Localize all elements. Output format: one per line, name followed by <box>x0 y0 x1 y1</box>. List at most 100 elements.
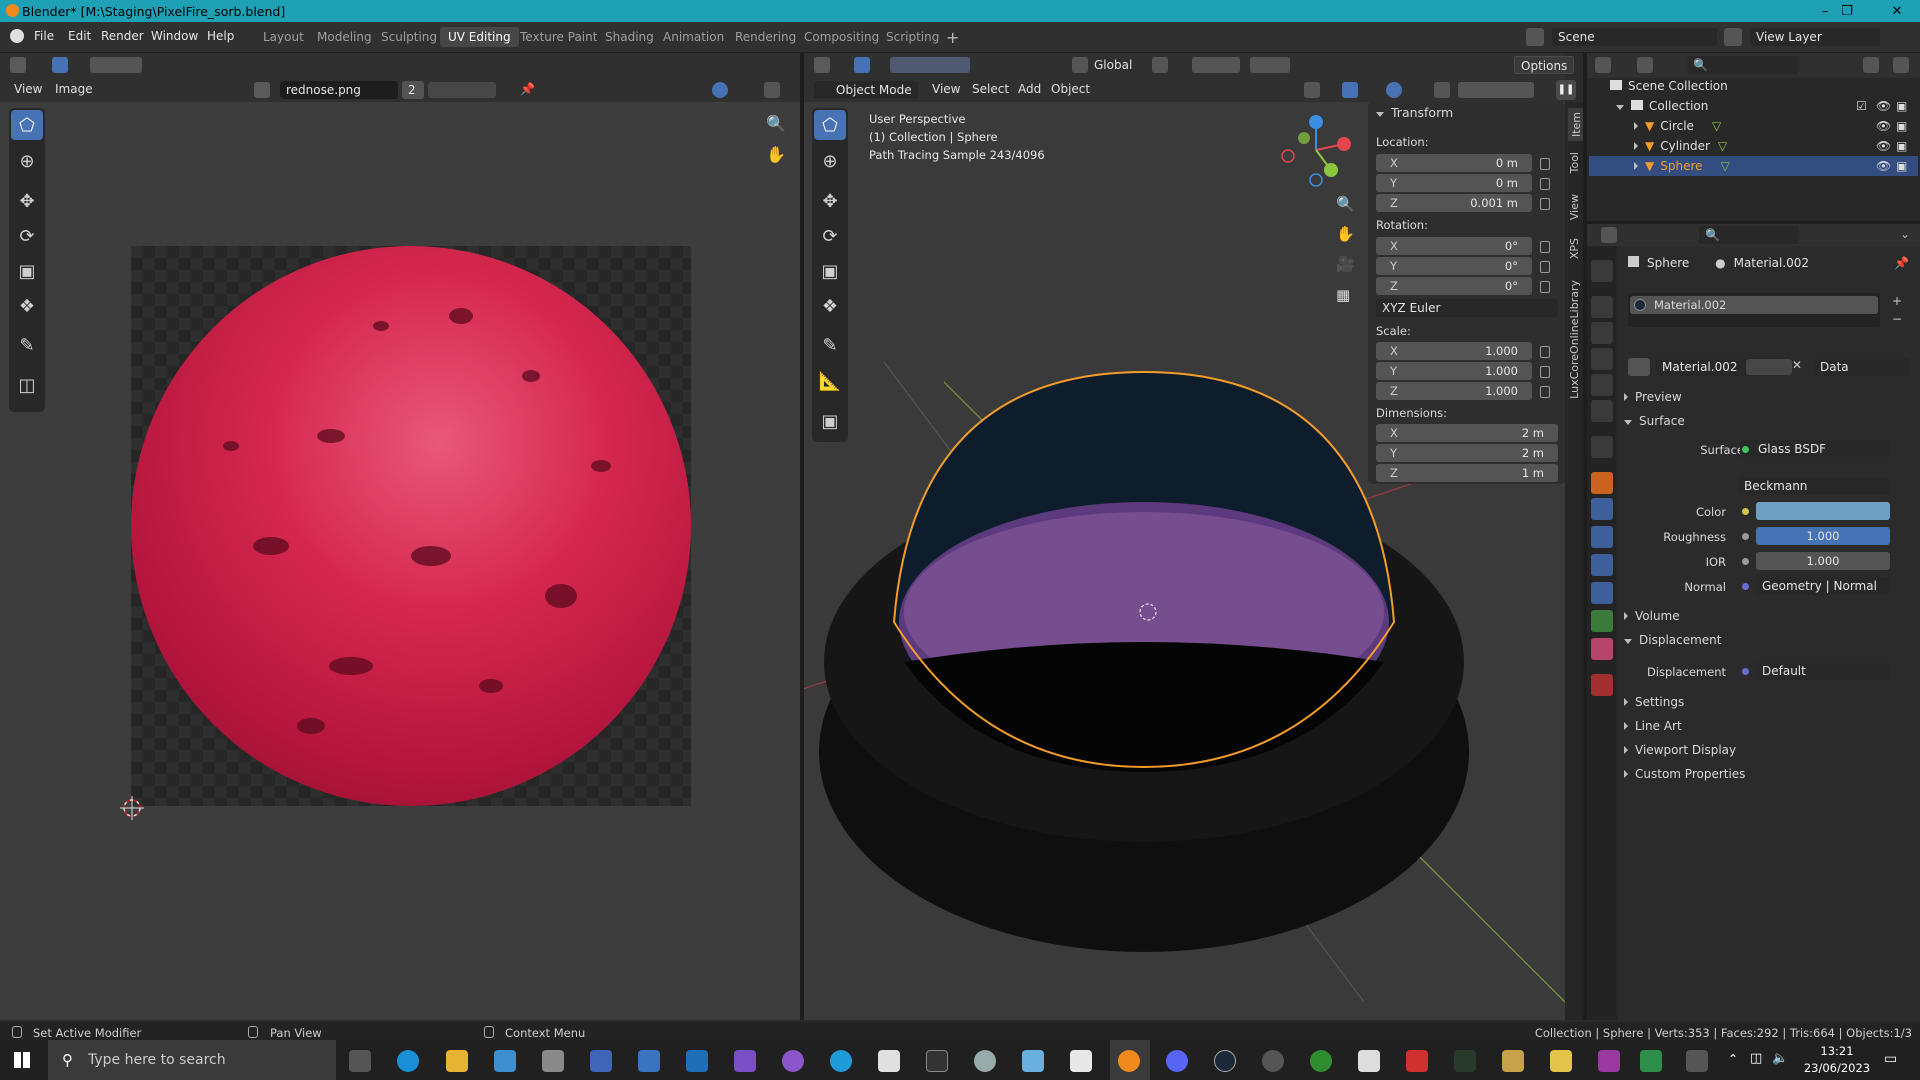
remove-slot-icon[interactable]: − <box>1892 312 1902 326</box>
lock-rotation-y-icon[interactable] <box>1540 261 1550 273</box>
cylinder-render-camera-icon[interactable]: ▣ <box>1896 139 1907 153</box>
notification-icon[interactable]: ▭ <box>1884 1051 1897 1067</box>
2d-cursor-icon[interactable] <box>118 796 146 824</box>
app-icon-10[interactable] <box>1406 1050 1428 1072</box>
lock-location-x-icon[interactable] <box>1540 158 1550 170</box>
distribution-dropdown[interactable]: Beckmann <box>1738 477 1890 495</box>
sidebar-tab-luxcore[interactable]: LuxCoreOnlineLibrary <box>1568 280 1581 399</box>
outliner-scene-collection[interactable]: Scene Collection <box>1610 76 1728 96</box>
image-name-field[interactable]: rednose.png <box>280 81 398 99</box>
outliner-item-sphere[interactable]: ▼ Sphere ▽ <box>1634 156 1730 176</box>
material-link-dropdown[interactable]: Data <box>1814 358 1910 376</box>
tab-rendering[interactable]: Rendering <box>727 27 804 47</box>
viewport-menu-view[interactable]: View <box>932 82 960 96</box>
exclude-checkbox-icon[interactable]: ☑ <box>1856 99 1867 113</box>
sidebar-tab-tool[interactable]: Tool <box>1568 152 1581 173</box>
discord-icon[interactable] <box>1166 1050 1188 1072</box>
tab-modeling[interactable]: Modeling <box>309 27 380 47</box>
lock-location-z-icon[interactable] <box>1540 198 1550 210</box>
modifiers-tab-icon[interactable] <box>1591 498 1613 520</box>
sidebar-tab-view[interactable]: View <box>1568 194 1581 220</box>
dimensions-z-field[interactable]: Z1 m <box>1376 464 1558 482</box>
viewport-scale-tool-icon[interactable]: ▣ <box>814 256 846 286</box>
app-icon-16[interactable] <box>1686 1050 1708 1072</box>
windows-start-icon[interactable] <box>14 1052 30 1068</box>
blender-menu-icon[interactable] <box>10 29 24 43</box>
viewport-editor-type-icon[interactable] <box>814 57 830 73</box>
render-tab-icon[interactable] <box>1591 296 1613 318</box>
dimensions-y-field[interactable]: Y2 m <box>1376 444 1558 462</box>
app-icon-9[interactable] <box>1358 1050 1380 1072</box>
section-line-art[interactable]: Line Art <box>1624 719 1682 733</box>
zoom-icon[interactable]: 🔍 <box>766 114 786 133</box>
store-icon[interactable] <box>494 1050 516 1072</box>
material-name-field[interactable]: Material.002 <box>1656 358 1752 376</box>
xray-icon[interactable] <box>1434 82 1450 98</box>
annotate-tool-icon[interactable]: ✎ <box>11 330 43 360</box>
section-viewport-display[interactable]: Viewport Display <box>1624 743 1736 757</box>
outliner-search-input[interactable]: 🔍 <box>1687 56 1799 74</box>
viewport-transform-tool-icon[interactable]: ❖ <box>814 291 846 321</box>
viewport-annotate-tool-icon[interactable]: ✎ <box>814 330 846 360</box>
pan-hand-icon[interactable]: ✋ <box>766 145 786 164</box>
options-dropdown[interactable]: Options <box>1514 56 1574 74</box>
file-explorer-icon[interactable] <box>446 1050 468 1072</box>
outliner-editor-type-icon[interactable] <box>1595 57 1611 73</box>
uv-display-icon[interactable] <box>764 82 780 98</box>
color-swatch[interactable] <box>1756 502 1890 520</box>
unlink-material-icon[interactable]: ✕ <box>1792 358 1802 372</box>
proportional-editing-icon[interactable] <box>1250 57 1290 73</box>
app-icon-14[interactable] <box>1598 1050 1620 1072</box>
app-icon-4[interactable] <box>830 1050 852 1072</box>
uv-overlay-icon[interactable] <box>712 82 728 98</box>
tool-tab-icon[interactable] <box>1591 260 1613 282</box>
view-layer-selector[interactable]: View Layer <box>1750 28 1880 46</box>
tab-compositing[interactable]: Compositing <box>796 27 887 47</box>
tab-scripting[interactable]: Scripting <box>878 27 947 47</box>
physics-tab-icon[interactable] <box>1591 554 1613 576</box>
app-icon-15[interactable] <box>1640 1050 1662 1072</box>
viewport-select-tool-icon[interactable]: ⬠ <box>814 110 846 140</box>
camera-view-icon[interactable]: 🎥 <box>1336 255 1355 273</box>
world-tab-icon[interactable] <box>1591 400 1613 422</box>
rip-tool-icon[interactable]: ◫ <box>11 370 43 400</box>
edge-icon[interactable] <box>397 1050 419 1072</box>
viewport-selection-modes-icon[interactable] <box>890 57 970 73</box>
app-icon-12[interactable] <box>1502 1050 1524 1072</box>
menu-help[interactable]: Help <box>207 29 234 43</box>
steam-icon[interactable] <box>1214 1050 1236 1072</box>
normal-input-field[interactable]: Geometry | Normal <box>1756 577 1890 595</box>
app-icon-13[interactable] <box>1550 1050 1572 1072</box>
new-collection-icon[interactable] <box>1893 57 1909 73</box>
pin-properties-icon[interactable]: 📌 <box>1894 256 1909 270</box>
tab-layout[interactable]: Layout <box>255 27 312 47</box>
visibility-icon[interactable] <box>1304 82 1320 98</box>
section-displacement[interactable]: Displacement <box>1624 633 1722 647</box>
view-layer-icon[interactable] <box>1724 28 1742 46</box>
viewport-move-tool-icon[interactable]: ✥ <box>814 186 846 216</box>
tray-chevron-icon[interactable]: ⌃ <box>1728 1052 1738 1066</box>
image-actions-icon[interactable] <box>428 82 496 98</box>
section-custom-properties[interactable]: Custom Properties <box>1624 767 1745 781</box>
selection-modes-icon[interactable] <box>90 57 142 73</box>
uv-menu-view[interactable]: View <box>14 82 42 96</box>
lock-location-y-icon[interactable] <box>1540 178 1550 190</box>
scale-x-field[interactable]: X 1.000 <box>1376 342 1532 360</box>
location-x-field[interactable]: X0 m <box>1376 154 1532 172</box>
tab-sculpting[interactable]: Sculpting <box>373 27 445 47</box>
vscode-icon[interactable] <box>686 1050 708 1072</box>
viewport-cursor-tool-icon[interactable]: ⊕ <box>814 146 846 176</box>
display-mode-icon[interactable] <box>1637 57 1653 73</box>
move-tool-icon[interactable]: ✥ <box>11 186 43 216</box>
rotation-z-field[interactable]: Z 0° <box>1376 277 1532 295</box>
section-volume[interactable]: Volume <box>1624 609 1680 623</box>
app-icon-5[interactable] <box>878 1050 900 1072</box>
material-tab-icon[interactable] <box>1591 638 1613 660</box>
viewport-menu-select[interactable]: Select <box>972 82 1009 96</box>
dimensions-x-field[interactable]: X2 m <box>1376 424 1558 442</box>
properties-editor-type-icon[interactable] <box>1601 227 1617 243</box>
menu-window[interactable]: Window <box>151 29 198 43</box>
app-icon-6[interactable] <box>974 1050 996 1072</box>
tab-uv-editing[interactable]: UV Editing <box>440 27 519 47</box>
app-icon-7[interactable] <box>1022 1050 1044 1072</box>
